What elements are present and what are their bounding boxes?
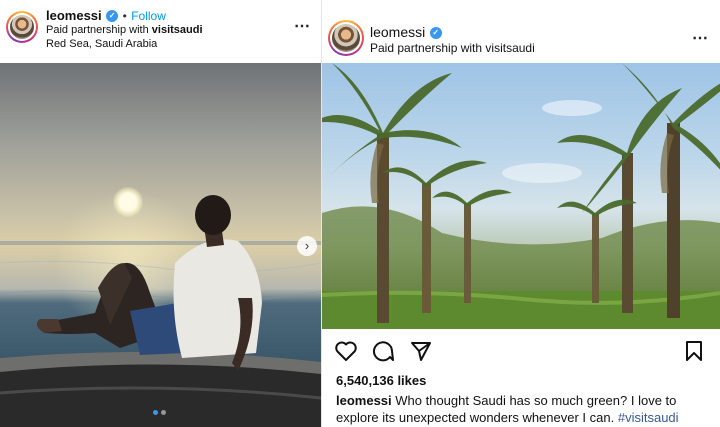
avatar[interactable] [6,11,38,43]
comment-icon[interactable] [372,340,394,362]
right-post: leomessi ✓ Paid partnership with visitsa… [322,0,720,427]
partnership-prefix: Paid partnership with [46,24,149,36]
likes-count[interactable]: 6,540,136 likes [336,373,426,388]
carousel-indicator [153,410,166,415]
left-post: leomessi ✓ • Follow Paid partnership wit… [0,0,321,427]
verified-icon: ✓ [429,26,442,39]
post-photo-sunset[interactable]: › [0,63,321,427]
follow-button[interactable]: Follow [131,9,166,23]
location-link[interactable]: Red Sea, Saudi Arabia [46,38,157,50]
username[interactable]: leomessi [370,24,425,40]
more-options-icon[interactable]: ⋯ [692,28,709,48]
right-post-header: leomessi ✓ Paid partnership with visitsa… [322,0,720,63]
carousel-dot-active [153,410,158,415]
separator: • [122,9,127,23]
caption-username[interactable]: leomessi [336,393,392,408]
partnership-line: Paid partnership with visitsaudi [46,24,203,36]
caption-hashtag[interactable]: #visitsaudi [618,410,679,425]
partner-link[interactable]: visitsaudi [485,41,534,55]
share-icon[interactable] [410,340,432,362]
post-photo-palm-grove[interactable] [322,63,720,329]
partnership-prefix: Paid partnership with [370,41,483,55]
partnership-line: Paid partnership with visitsaudi [370,41,535,55]
heart-icon[interactable] [334,340,358,362]
bookmark-icon[interactable] [684,340,704,362]
avatar[interactable] [328,20,364,56]
partner-link[interactable]: visitsaudi [152,24,203,36]
caption: leomessi Who thought Saudi has so much g… [336,392,712,426]
verified-icon: ✓ [106,9,119,22]
carousel-dot [161,410,166,415]
left-post-header: leomessi ✓ • Follow Paid partnership wit… [0,0,321,63]
next-arrow-icon[interactable]: › [297,236,317,256]
more-options-icon[interactable]: ⋯ [294,16,311,36]
username[interactable]: leomessi [46,8,102,23]
